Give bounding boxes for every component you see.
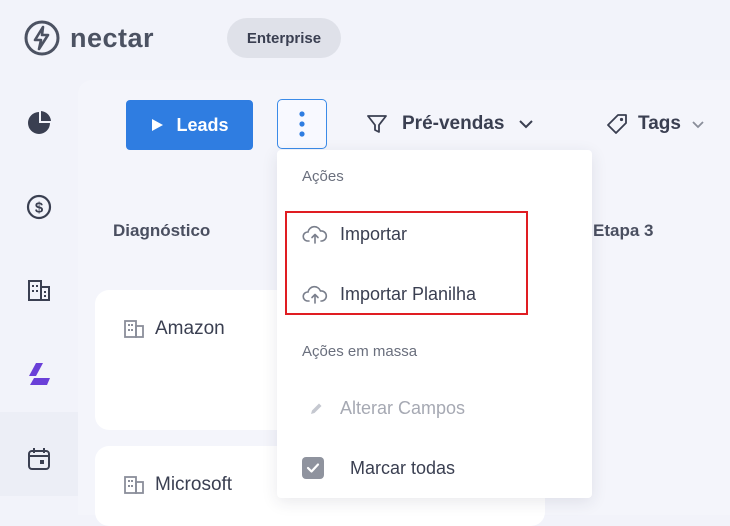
edit-fields-label: Alterar Campos	[340, 398, 466, 418]
tags-filter-label: Tags	[638, 113, 681, 134]
pipeline-filter[interactable]: Pré-vendas	[366, 113, 534, 135]
card-title: Amazon	[155, 318, 225, 339]
actions-dropdown-menu: Ações Importar Importar Planilha Ações e…	[277, 150, 592, 498]
dollar-circle-icon[interactable]: $	[26, 194, 52, 220]
checkbox-checked[interactable]	[302, 457, 324, 479]
pie-chart-icon[interactable]	[26, 110, 52, 136]
check-icon	[306, 463, 320, 473]
leads-button-label: Leads	[176, 114, 229, 135]
nectar-logo-icon	[24, 20, 60, 56]
svg-text:$: $	[35, 200, 44, 217]
kebab-menu-icon	[299, 111, 305, 137]
highlight-box	[285, 211, 528, 315]
menu-section-actions: Ações	[302, 168, 344, 185]
pencil-icon	[311, 403, 322, 414]
plan-badge[interactable]: Enterprise	[227, 18, 341, 58]
chevron-down-icon	[692, 120, 704, 128]
chevron-down-icon	[519, 120, 534, 129]
tag-icon	[607, 114, 627, 134]
brand-logo[interactable]: nectar	[22, 18, 154, 58]
select-all-menu-item[interactable]: Marcar todas	[302, 457, 455, 479]
play-icon	[152, 119, 164, 131]
pipeline-logo-icon[interactable]	[26, 361, 52, 387]
card-title: Microsoft	[155, 474, 233, 495]
building-icon	[124, 320, 144, 338]
pipeline-filter-label: Pré-vendas	[402, 113, 505, 134]
select-all-label: Marcar todas	[350, 457, 456, 478]
column-title: Diagnóstico	[113, 221, 211, 240]
more-actions-button[interactable]	[277, 99, 327, 149]
filter-icon	[367, 115, 387, 133]
menu-section-bulk: Ações em massa	[302, 343, 418, 360]
building-icon[interactable]	[26, 277, 52, 303]
calendar-icon[interactable]	[26, 446, 52, 472]
tags-filter[interactable]: Tags	[606, 113, 705, 135]
edit-fields-menu-item[interactable]: Alterar Campos	[302, 398, 465, 419]
sidebar: $	[0, 80, 78, 515]
brand-name: nectar	[70, 22, 155, 53]
column-title: Etapa 3	[593, 221, 654, 240]
leads-button[interactable]: Leads	[126, 100, 253, 150]
building-icon	[124, 476, 144, 494]
